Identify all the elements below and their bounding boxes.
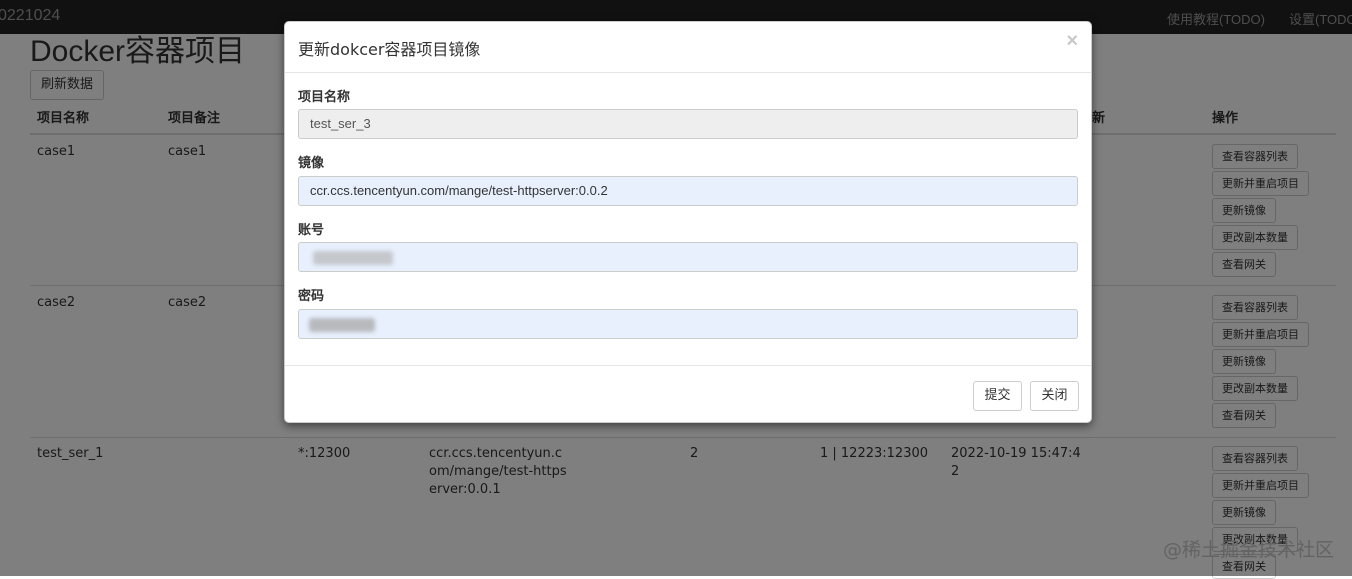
account-field[interactable] — [298, 242, 1078, 272]
redacted-blur — [313, 251, 393, 265]
close-icon[interactable]: × — [1066, 30, 1078, 53]
submit-button[interactable]: 提交 — [973, 381, 1022, 411]
password-field[interactable] — [298, 309, 1078, 339]
modal-title: 更新dokcer容器项目镜像 — [298, 40, 481, 59]
redacted-blur — [309, 318, 375, 332]
password-label: 密码 — [298, 289, 325, 304]
modal-footer-divider — [285, 365, 1091, 366]
project-name-field[interactable]: test_ser_3 — [298, 109, 1078, 139]
image-field[interactable]: ccr.ccs.tencentyun.com/mange/test-httpse… — [298, 176, 1078, 206]
image-label: 镜像 — [298, 156, 325, 171]
update-image-modal: 更新dokcer容器项目镜像 × 项目名称 test_ser_3 镜像 ccr.… — [284, 21, 1092, 423]
project-name-label: 项目名称 — [298, 90, 351, 105]
close-button[interactable]: 关闭 — [1030, 381, 1079, 411]
modal-header-divider — [285, 72, 1091, 73]
account-label: 账号 — [298, 223, 325, 238]
